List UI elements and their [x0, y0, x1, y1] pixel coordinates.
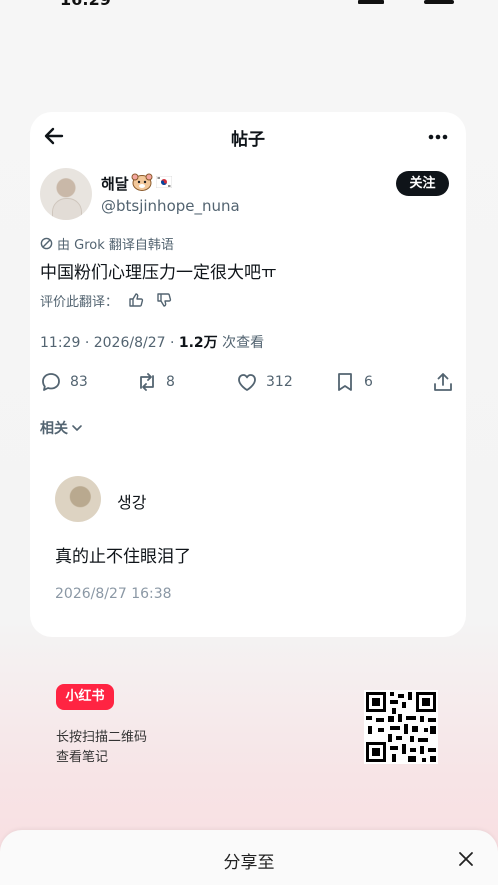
- author-handle[interactable]: @btsjinhope_nuna: [101, 197, 240, 215]
- thumbs-up-icon[interactable]: [128, 292, 144, 308]
- reply-author-name[interactable]: 생강: [117, 489, 146, 513]
- rate-translation-label: 评价此翻译：: [40, 294, 119, 310]
- reply-button[interactable]: 83: [40, 370, 88, 394]
- post-actions: 83 8 312 6: [40, 370, 456, 394]
- bookmark-count: 6: [364, 374, 373, 390]
- brand-logo: 小红书: [56, 684, 114, 710]
- share-sheet-title: 分享至: [223, 853, 275, 873]
- scan-line-1: 长按扫描二维码: [56, 730, 148, 745]
- translate-icon: [40, 237, 53, 250]
- post-card: 帖子 해달 @btsjinhope_nuna 关注 由 Grok 翻译自韩语 中…: [30, 112, 466, 637]
- like-button[interactable]: 312: [236, 370, 293, 394]
- translate-note: 由 Grok 翻译自韩语: [40, 234, 174, 253]
- author-name[interactable]: 해달: [101, 173, 129, 194]
- translate-note-text: 由 Grok 翻译自韩语: [57, 238, 174, 253]
- meta-separator: ·: [84, 335, 94, 351]
- related-label: 相关: [40, 421, 68, 437]
- bookmark-icon: [338, 373, 352, 391]
- bookmark-button[interactable]: 6: [334, 370, 373, 394]
- scan-instructions: 长按扫描二维码 查看笔记: [56, 728, 147, 768]
- share-button[interactable]: [432, 370, 462, 394]
- repost-icon: [140, 373, 154, 391]
- qr-code-icon: [364, 690, 438, 764]
- views-count: 1.2万: [178, 335, 218, 351]
- hamster-emoji-icon: [131, 173, 153, 191]
- reply-text: 真的止不住眼泪了: [55, 547, 191, 567]
- scan-line-2: 查看笔记: [56, 750, 109, 765]
- share-sheet: 分享至: [0, 830, 498, 885]
- related-toggle[interactable]: 相关: [40, 418, 83, 438]
- korea-flag-icon: [156, 176, 172, 188]
- repost-button[interactable]: 8: [136, 370, 175, 394]
- post-meta: 11:29 · 2026/8/27 · 1.2万 次查看: [40, 332, 264, 352]
- status-time: 16:29: [60, 0, 111, 9]
- battery-icon: [424, 0, 454, 4]
- reply-date: 2026/8/27 16:38: [55, 586, 172, 602]
- reply-avatar[interactable]: [55, 476, 101, 522]
- rate-translation-row: 评价此翻译：: [40, 290, 172, 310]
- repost-count: 8: [166, 374, 175, 390]
- page-title: 帖子: [231, 130, 265, 150]
- more-icon[interactable]: [428, 134, 448, 140]
- follow-button[interactable]: 关注: [396, 171, 449, 196]
- thumbs-down-icon[interactable]: [156, 292, 172, 308]
- post-date: 2026/8/27: [93, 335, 166, 351]
- reply-count: 83: [70, 374, 88, 390]
- like-count: 312: [266, 374, 293, 390]
- reply-icon: [42, 373, 60, 391]
- post-text: 中国粉们心理压力一定很大吧ㅠ: [40, 263, 277, 283]
- share-icon: [434, 373, 452, 391]
- meta-separator: ·: [169, 335, 179, 351]
- close-icon[interactable]: [456, 849, 476, 869]
- post-time: 11:29: [40, 335, 81, 351]
- views-label: 次查看: [222, 335, 265, 351]
- post-header: 帖子: [30, 122, 466, 152]
- status-bar: 16:29: [0, 0, 498, 9]
- chevron-down-icon: [72, 425, 82, 431]
- signal-icon: [358, 0, 384, 4]
- author-avatar[interactable]: [40, 168, 92, 220]
- like-icon: [238, 374, 256, 391]
